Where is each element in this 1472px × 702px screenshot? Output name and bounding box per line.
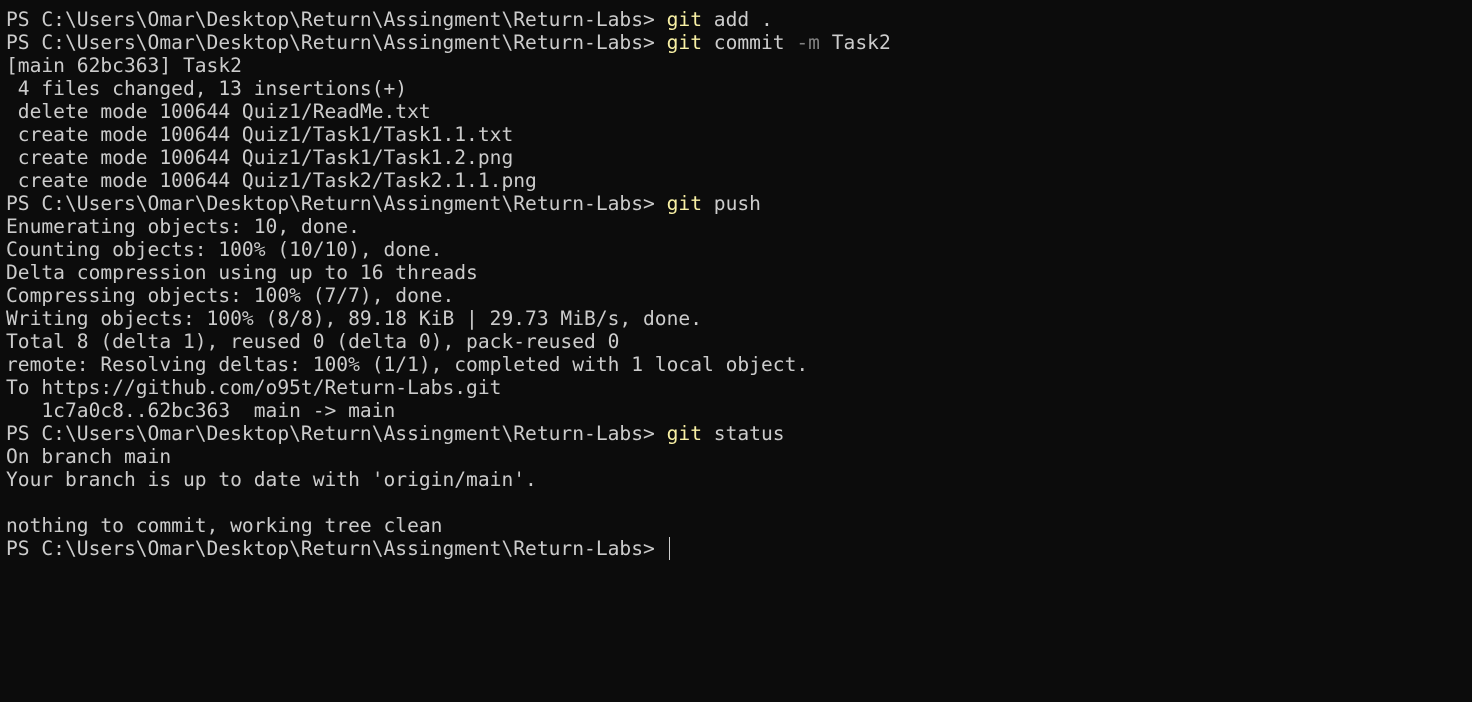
command-name: git (666, 31, 702, 54)
output-line: Compressing objects: 100% (7/7), done. (6, 284, 455, 307)
output-line: create mode 100644 Quiz1/Task1/Task1.1.t… (6, 123, 514, 146)
command-flag: -m (796, 31, 820, 54)
command-args: add . (702, 8, 773, 31)
command-name: git (666, 422, 702, 445)
terminal-output[interactable]: PS C:\Users\Omar\Desktop\Return\Assingme… (6, 8, 1466, 698)
prompt-text: PS C:\Users\Omar\Desktop\Return\Assingme… (6, 422, 667, 445)
output-line: Delta compression using up to 16 threads (6, 261, 478, 284)
output-line: create mode 100644 Quiz1/Task2/Task2.1.1… (6, 169, 537, 192)
output-line: nothing to commit, working tree clean (6, 514, 443, 537)
command-line: PS C:\Users\Omar\Desktop\Return\Assingme… (6, 422, 1466, 445)
prompt-text: PS C:\Users\Omar\Desktop\Return\Assingme… (6, 8, 667, 31)
command-line: PS C:\Users\Omar\Desktop\Return\Assingme… (6, 31, 1466, 54)
command-args: push (702, 192, 761, 215)
output-line: Counting objects: 100% (10/10), done. (6, 238, 443, 261)
output-line: Writing objects: 100% (8/8), 89.18 KiB |… (6, 307, 702, 330)
command-name: git (666, 8, 702, 31)
command-args: commit (702, 31, 797, 54)
prompt-text: PS C:\Users\Omar\Desktop\Return\Assingme… (6, 31, 667, 54)
command-name: git (666, 192, 702, 215)
command-line: PS C:\Users\Omar\Desktop\Return\Assingme… (6, 8, 1466, 31)
command-args: Task2 (819, 31, 891, 54)
output-line: remote: Resolving deltas: 100% (1/1), co… (6, 353, 809, 376)
command-line: PS C:\Users\Omar\Desktop\Return\Assingme… (6, 192, 1466, 215)
output-line: 1c7a0c8..62bc363 main -> main (6, 399, 396, 422)
command-args: status (702, 422, 785, 445)
prompt-text: PS C:\Users\Omar\Desktop\Return\Assingme… (6, 192, 667, 215)
output-line: [main 62bc363] Task2 (6, 54, 242, 77)
output-line: delete mode 100644 Quiz1/ReadMe.txt (6, 100, 431, 123)
output-line: On branch main (6, 445, 172, 468)
output-line: Total 8 (delta 1), reused 0 (delta 0), p… (6, 330, 620, 353)
input-line: PS C:\Users\Omar\Desktop\Return\Assingme… (6, 537, 1466, 560)
output-line: Enumerating objects: 10, done. (6, 215, 360, 238)
prompt-text: PS C:\Users\Omar\Desktop\Return\Assingme… (6, 537, 667, 560)
text-cursor[interactable] (668, 537, 670, 560)
output-line: create mode 100644 Quiz1/Task1/Task1.2.p… (6, 146, 514, 169)
output-line: 4 files changed, 13 insertions(+) (6, 77, 408, 100)
output-line: Your branch is up to date with 'origin/m… (6, 468, 537, 491)
output-line: To https://github.com/o95t/Return-Labs.g… (6, 376, 502, 399)
